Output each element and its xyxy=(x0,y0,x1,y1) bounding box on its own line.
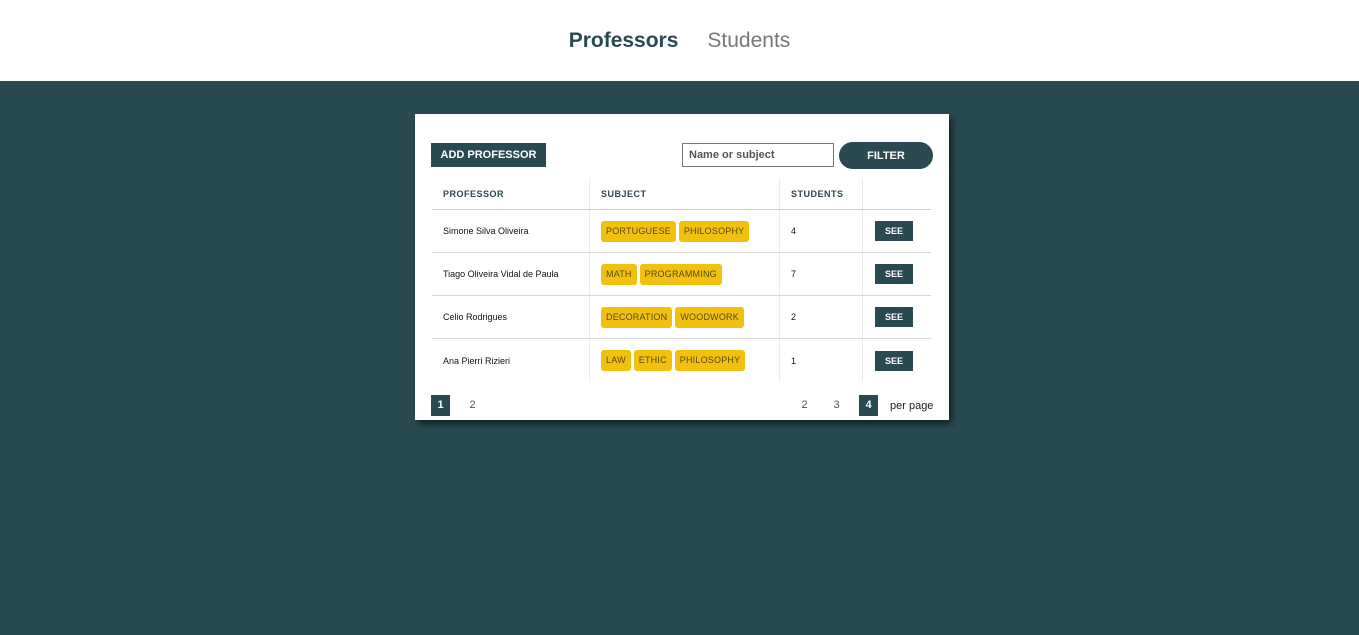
see-button[interactable]: SEE xyxy=(875,307,913,327)
professors-card: ADD PROFESSOR FILTER PROFESSOR SUBJECT S… xyxy=(415,114,949,420)
header-professor: PROFESSOR xyxy=(432,178,590,210)
subject-tag: PHILOSOPHY xyxy=(674,350,746,371)
see-button[interactable]: SEE xyxy=(875,350,913,371)
pagination: 1 2 xyxy=(431,395,495,416)
per-page-option-2[interactable]: 2 xyxy=(795,395,814,416)
subject-tag: MATH xyxy=(601,263,637,285)
subject-tags: MATH PROGRAMMING xyxy=(590,253,780,296)
row-actions: SEE xyxy=(863,339,931,382)
per-page-selector: 2 3 4 per page xyxy=(795,395,933,416)
page-button-2[interactable]: 2 xyxy=(463,395,482,416)
table-row: Celio Rodrigues DECORATION WOODWORK 2 SEE xyxy=(432,296,931,339)
table-row: Ana Pierri Rizieri LAW ETHIC PHILOSOPHY 1 … xyxy=(432,339,931,382)
table-row: Tiago Oliveira Vidal de Paula MATH PROGRA… xyxy=(432,253,931,296)
students-count: 4 xyxy=(780,210,863,253)
header-subject: SUBJECT xyxy=(590,178,780,210)
tab-professors[interactable]: Professors xyxy=(569,29,679,53)
subject-tag: PROGRAMMING xyxy=(639,263,722,285)
students-count: 2 xyxy=(780,296,863,339)
header-actions xyxy=(863,178,931,210)
per-page-label: per page xyxy=(890,399,934,412)
professors-table: PROFESSOR SUBJECT STUDENTS Simone Silva … xyxy=(432,178,931,382)
professor-name: Ana Pierri Rizieri xyxy=(432,339,590,382)
professor-name: Tiago Oliveira Vidal de Paula xyxy=(432,253,590,296)
top-nav: Professors Students xyxy=(0,0,1359,81)
students-count: 7 xyxy=(780,253,863,296)
students-count: 1 xyxy=(780,339,863,382)
search-input[interactable] xyxy=(682,143,834,167)
row-actions: SEE xyxy=(863,253,931,296)
header-students: STUDENTS xyxy=(780,178,863,210)
per-page-option-4[interactable]: 4 xyxy=(859,395,878,416)
row-actions: SEE xyxy=(863,210,931,253)
subject-tag: LAW xyxy=(601,350,631,371)
subject-tag: PORTUGUESE xyxy=(601,220,676,242)
subject-tag: PHILOSOPHY xyxy=(678,220,750,242)
table-header-row: PROFESSOR SUBJECT STUDENTS xyxy=(432,178,931,210)
per-page-option-3[interactable]: 3 xyxy=(827,395,846,416)
subject-tag: ETHIC xyxy=(633,350,672,371)
see-button[interactable]: SEE xyxy=(875,221,913,241)
add-professor-button[interactable]: ADD PROFESSOR xyxy=(431,143,546,167)
subject-tag: WOODWORK xyxy=(675,306,744,328)
table-row: Simone Silva Oliveira PORTUGUESE PHILOSOP… xyxy=(432,210,931,253)
subject-tags: DECORATION WOODWORK xyxy=(590,296,780,339)
subject-tags: PORTUGUESE PHILOSOPHY xyxy=(590,210,780,253)
subject-tags: LAW ETHIC PHILOSOPHY xyxy=(590,339,780,382)
row-actions: SEE xyxy=(863,296,931,339)
page-button-1[interactable]: 1 xyxy=(431,395,450,416)
see-button[interactable]: SEE xyxy=(875,264,913,284)
tab-students[interactable]: Students xyxy=(707,29,790,53)
filter-button[interactable]: FILTER xyxy=(839,142,933,169)
professor-name: Celio Rodrigues xyxy=(432,296,590,339)
professor-name: Simone Silva Oliveira xyxy=(432,210,590,253)
subject-tag: DECORATION xyxy=(601,306,673,328)
